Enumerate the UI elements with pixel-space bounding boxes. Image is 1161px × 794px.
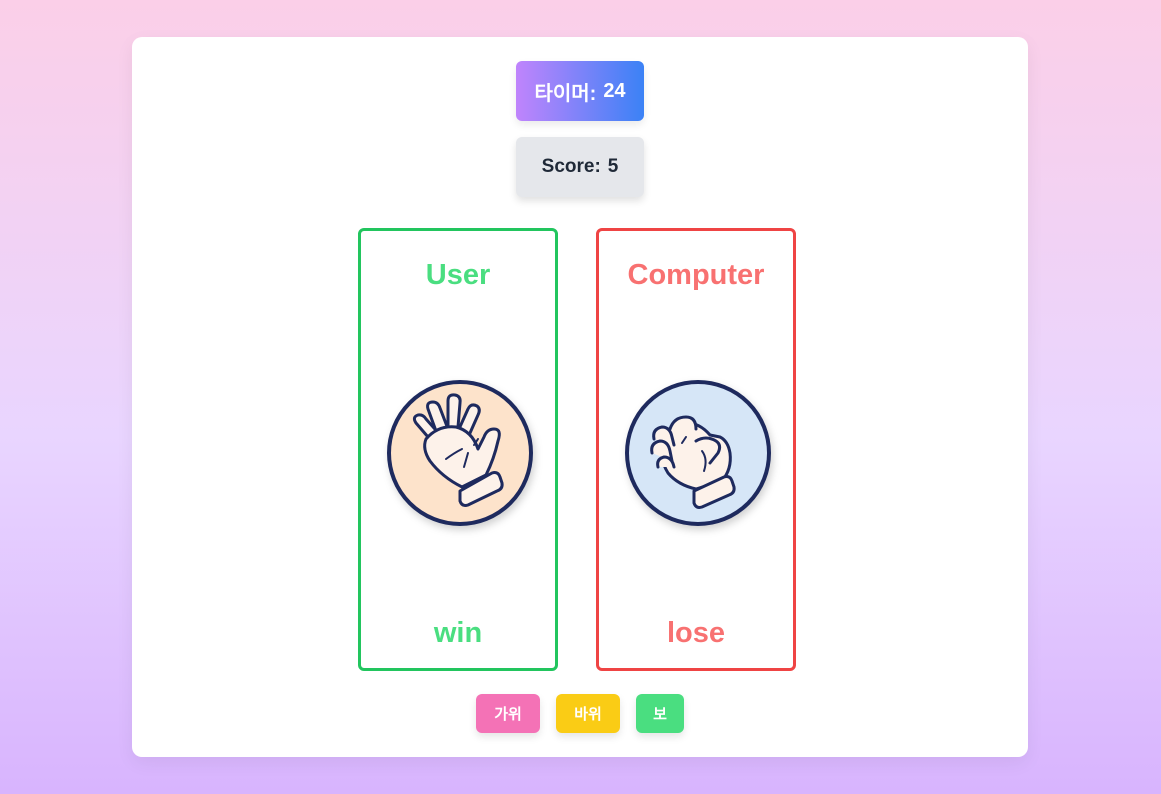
computer-result: lose xyxy=(666,617,726,649)
timer-value: 24 xyxy=(603,79,626,102)
user-panel: User win xyxy=(358,228,558,671)
scissors-button[interactable]: 가위 xyxy=(476,694,540,733)
user-panel-title: User xyxy=(425,259,491,291)
paper-button[interactable]: 보 xyxy=(636,694,684,733)
user-result: win xyxy=(433,617,483,649)
score-badge: Score: 5 xyxy=(516,137,644,197)
timer-label: 타이머: xyxy=(534,82,597,105)
paper-hand-icon xyxy=(386,379,534,527)
rock-button[interactable]: 바위 xyxy=(556,694,620,733)
computer-panel: Computer lose xyxy=(596,228,796,671)
timer-badge: 타이머: 24 xyxy=(516,61,644,121)
game-card: 타이머: 24 Score: 5 User win Computer lose … xyxy=(132,37,1028,757)
score-label: Score: xyxy=(541,156,601,177)
computer-panel-title: Computer xyxy=(627,259,765,291)
rock-fist-icon xyxy=(624,379,772,527)
score-value: 5 xyxy=(607,156,619,177)
